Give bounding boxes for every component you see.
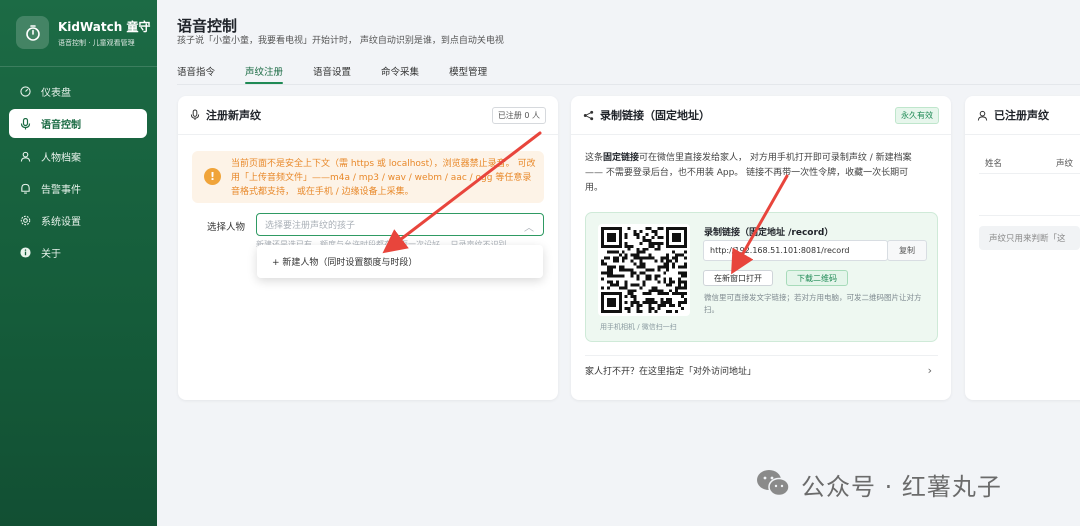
sidebar-item-voice-control[interactable]: 语音控制 bbox=[9, 109, 147, 139]
dropdown-option-new-person[interactable]: + 新建人物（同时设置额度与时段） bbox=[257, 245, 543, 278]
info-icon bbox=[19, 247, 31, 259]
page-subtitle: 孩子说「小童小童，我要看电视」开始计时， 声纹自动识别是谁，到点自动关电视 bbox=[177, 36, 504, 46]
brand[interactable]: KidWatch 童守 语音控制 · 儿童观看管理 bbox=[16, 16, 150, 49]
sidebar-item-settings[interactable]: 系统设置 bbox=[9, 206, 147, 235]
brand-subtitle: 语音控制 · 儿童观看管理 bbox=[58, 38, 135, 47]
share-icon bbox=[583, 106, 594, 125]
card-title: 已注册声纹 bbox=[994, 109, 1049, 122]
tab-voice-commands[interactable]: 语音指令 bbox=[177, 64, 215, 84]
select-person-label: 选择人物 bbox=[207, 222, 246, 233]
voiceprint-info-note: 声纹只用来判断「这 bbox=[979, 226, 1080, 250]
table-divider bbox=[979, 173, 1080, 174]
person-icon bbox=[19, 150, 31, 162]
sidebar-item-label: 关于 bbox=[41, 249, 61, 261]
download-qr-button[interactable]: 下载二维码 bbox=[786, 270, 848, 286]
watermark-text: 公众号 · 红薯丸子 bbox=[801, 473, 1002, 501]
chevron-right-icon: › bbox=[927, 364, 932, 377]
wechat-icon bbox=[755, 468, 791, 502]
open-new-window-button[interactable]: 在新窗口打开 bbox=[703, 270, 773, 286]
tab-bar: 语音指令 声纹注册 语音设置 命令采集 模型管理 bbox=[177, 64, 517, 84]
microphone-icon bbox=[190, 106, 200, 125]
record-url-field[interactable]: http://192.168.51.101:8081/record bbox=[703, 240, 888, 261]
qr-caption: 用手机相机 / 微信扫一扫 bbox=[600, 323, 677, 331]
select-person-dropdown[interactable]: 选择要注册声纹的孩子 ︿ bbox=[256, 213, 544, 236]
sidebar: KidWatch 童守 语音控制 · 儿童观看管理 仪表盘 语音控制 人物档案 … bbox=[0, 0, 157, 526]
column-header-name: 姓名 bbox=[985, 159, 1003, 169]
gear-icon bbox=[19, 215, 31, 227]
sidebar-item-alerts[interactable]: 告警事件 bbox=[9, 174, 147, 203]
warning-text: 当前页面不是安全上下文（需 https 或 localhost），浏览器禁止录音… bbox=[231, 159, 536, 197]
sidebar-item-dashboard[interactable]: 仪表盘 bbox=[9, 77, 147, 106]
qr-code-image bbox=[598, 224, 690, 316]
chevron-up-icon: ︿ bbox=[524, 223, 534, 234]
sidebar-item-about[interactable]: 关于 bbox=[9, 238, 147, 267]
card-title: 录制链接（固定地址） bbox=[600, 109, 710, 122]
tab-command-capture[interactable]: 命令采集 bbox=[381, 64, 419, 84]
sidebar-nav: 仪表盘 语音控制 人物档案 告警事件 系统设置 关于 bbox=[9, 77, 147, 271]
tab-model-management[interactable]: 模型管理 bbox=[449, 64, 487, 84]
record-link-label: 录制链接（固定地址 /record） bbox=[704, 228, 834, 238]
sidebar-item-profiles[interactable]: 人物档案 bbox=[9, 142, 147, 171]
stopwatch-logo-icon bbox=[16, 16, 49, 49]
tab-voiceprint-register[interactable]: 声纹注册 bbox=[245, 64, 284, 84]
table-divider bbox=[979, 215, 1080, 216]
warning-icon: ! bbox=[204, 168, 221, 185]
watermark: 公众号 · 红薯丸子 bbox=[755, 467, 1002, 502]
bell-icon bbox=[19, 182, 31, 194]
sidebar-item-label: 系统设置 bbox=[41, 217, 81, 229]
permanent-badge: 永久有效 bbox=[895, 106, 939, 124]
brand-name: KidWatch 童守 bbox=[58, 19, 151, 34]
tab-voice-settings[interactable]: 语音设置 bbox=[313, 64, 351, 84]
access-text: 家人打不开？在这里指定「对外访问地址」 bbox=[585, 367, 757, 377]
insecure-context-warning: ! 当前页面不是安全上下文（需 https 或 localhost），浏览器禁止… bbox=[192, 151, 544, 203]
copy-button[interactable]: 复制 bbox=[887, 240, 927, 261]
person-icon bbox=[977, 106, 988, 125]
sidebar-divider bbox=[0, 66, 157, 67]
registered-count-badge: 已注册 0 人 bbox=[491, 106, 546, 124]
link-description: 这条固定链接可在微信里直接发给家人， 对方用手机打开即可录制声纹 / 新建档案—… bbox=[585, 153, 912, 193]
sidebar-item-label: 告警事件 bbox=[41, 184, 81, 196]
dashboard-icon bbox=[19, 86, 31, 98]
column-header-voiceprint: 声纹 bbox=[1056, 159, 1074, 169]
select-placeholder: 选择要注册声纹的孩子 bbox=[265, 221, 356, 231]
qr-note: 微信里可直接发文字链接；若对方用电脑，可发二维码图片让对方扫。 bbox=[704, 293, 922, 314]
card-title: 注册新声纹 bbox=[206, 109, 261, 122]
microphone-icon bbox=[19, 117, 31, 130]
sidebar-item-label: 人物档案 bbox=[41, 152, 81, 164]
external-access-link[interactable]: 家人打不开？在这里指定「对外访问地址」 › bbox=[585, 355, 938, 383]
sidebar-item-label: 仪表盘 bbox=[41, 88, 71, 99]
sidebar-item-label: 语音控制 bbox=[41, 120, 81, 132]
tabs-underline bbox=[177, 84, 1080, 85]
